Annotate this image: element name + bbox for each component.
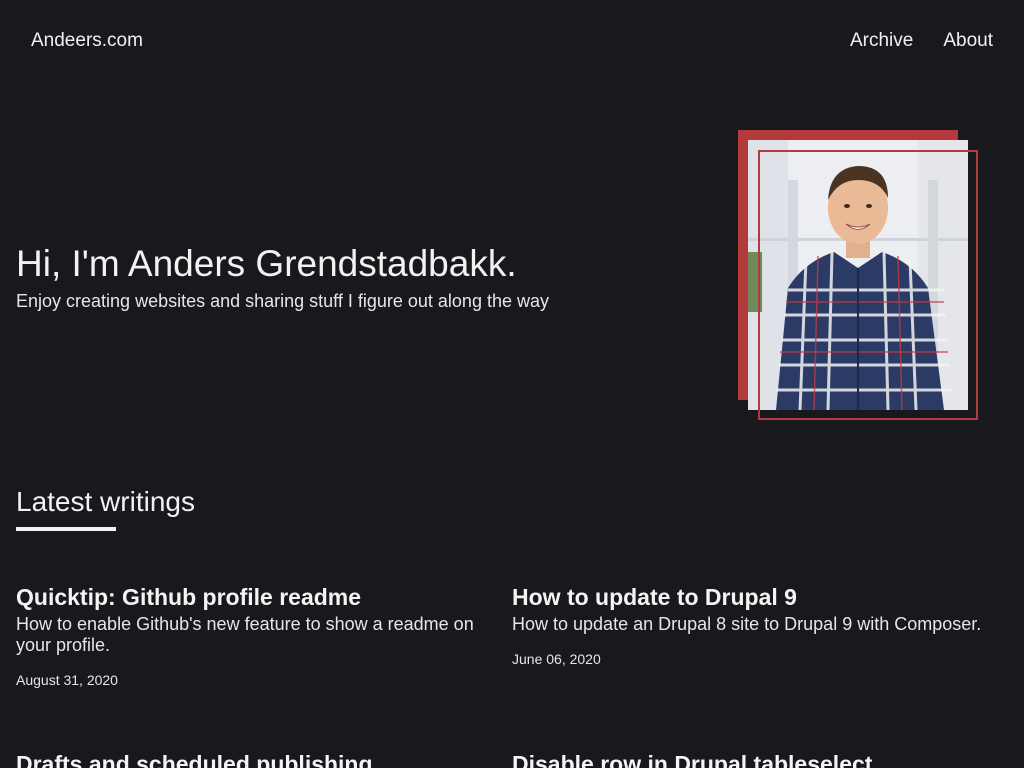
main-nav: Archive About (850, 30, 993, 52)
post-card: How to update to Drupal 9 How to update … (512, 583, 1000, 667)
nav-about-link[interactable]: About (943, 30, 993, 52)
latest-writings-heading: Latest writings (16, 486, 195, 517)
post-title-link[interactable]: Disable row in Drupal tableselect (512, 750, 1000, 768)
post-description: How to update an Drupal 8 site to Drupal… (512, 614, 982, 634)
hero-title: Hi, I'm Anders Grendstadbakk. (16, 243, 517, 284)
post-title-link[interactable]: How to update to Drupal 9 (512, 583, 1000, 611)
post-card: Disable row in Drupal tableselect (512, 750, 1000, 768)
nav-archive-link[interactable]: Archive (850, 30, 913, 52)
post-title-link[interactable]: Quicktip: Github profile readme (16, 583, 504, 611)
page: Andeers.com Archive About Hi, I'm Anders… (0, 0, 1024, 768)
site-logo-link[interactable]: Andeers.com (31, 30, 143, 52)
author-portrait (738, 130, 978, 420)
site-header: Andeers.com Archive About (0, 0, 1024, 82)
post-description: How to enable Github's new feature to sh… (16, 614, 474, 655)
post-title-link[interactable]: Drafts and scheduled publishing (16, 750, 504, 768)
portrait-outline-frame (758, 150, 978, 420)
heading-underline (16, 527, 116, 531)
hero-subtitle: Enjoy creating websites and sharing stuf… (16, 291, 549, 311)
post-date: June 06, 2020 (512, 651, 601, 667)
post-date: August 31, 2020 (16, 672, 118, 688)
post-card: Quicktip: Github profile readme How to e… (16, 583, 504, 688)
post-card: Drafts and scheduled publishing (16, 750, 504, 768)
